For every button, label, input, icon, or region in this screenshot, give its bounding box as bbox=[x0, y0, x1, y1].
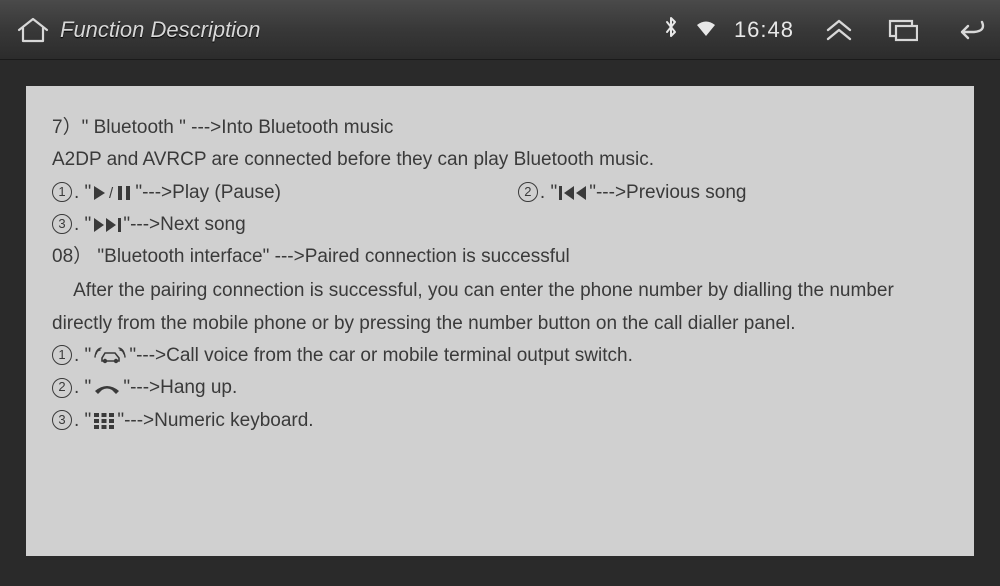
section-7-heading: 7）" Bluetooth " ---> Into Bluetooth musi… bbox=[52, 112, 948, 144]
home-icon[interactable] bbox=[14, 16, 52, 44]
row-hangup: 2 . " " --->Hang up. bbox=[52, 372, 948, 404]
hang-up-icon bbox=[93, 381, 121, 397]
svg-text:/: / bbox=[109, 185, 114, 202]
dialpad-icon bbox=[93, 412, 115, 430]
text: . " bbox=[540, 177, 557, 209]
text: --->Numeric keyboard. bbox=[124, 405, 314, 437]
section-8-paragraph: After the pairing connection is successf… bbox=[52, 275, 948, 340]
status-right: 16:48 bbox=[664, 16, 794, 44]
text: --->Hang up. bbox=[130, 372, 237, 404]
back-icon[interactable] bbox=[952, 18, 986, 42]
row-play-prev: 1 . " / " --->Play (Pause) 2 . " bbox=[52, 177, 948, 209]
text: 08） "Bluetooth interface" --->Paired con… bbox=[52, 241, 570, 273]
text: " bbox=[589, 177, 596, 209]
circled-number: 1 bbox=[52, 345, 72, 365]
text: A2DP and AVRCP are connected before they… bbox=[52, 144, 654, 176]
text: " bbox=[123, 372, 130, 404]
circled-number: 3 bbox=[52, 214, 72, 234]
clock-time: 16:48 bbox=[734, 17, 794, 43]
chevron-up-double-icon[interactable] bbox=[824, 18, 854, 42]
section-7-note: A2DP and AVRCP are connected before they… bbox=[52, 144, 948, 176]
description-panel: 7）" Bluetooth " ---> Into Bluetooth musi… bbox=[26, 86, 974, 556]
content-wrap: 7）" Bluetooth " ---> Into Bluetooth musi… bbox=[0, 60, 1000, 566]
circled-number: 2 bbox=[52, 378, 72, 398]
section-8-heading: 08） "Bluetooth interface" --->Paired con… bbox=[52, 241, 948, 273]
row-keypad: 3 . " " --->Numeric keyboard. bbox=[52, 405, 948, 437]
circled-number: 1 bbox=[52, 182, 72, 202]
circled-number: 2 bbox=[518, 182, 538, 202]
recent-apps-icon[interactable] bbox=[888, 18, 918, 42]
text: . " bbox=[74, 177, 91, 209]
wifi-icon bbox=[696, 17, 716, 43]
text: After the pairing connection is successf… bbox=[52, 280, 899, 333]
text: " bbox=[135, 177, 142, 209]
text: . " bbox=[74, 209, 91, 241]
text: . " bbox=[74, 340, 91, 372]
page-title: Function Description bbox=[60, 17, 261, 43]
play-pause-icon: / bbox=[93, 184, 133, 202]
status-bar: Function Description 16:48 bbox=[0, 0, 1000, 60]
text: . " bbox=[74, 372, 91, 404]
text: --->Previous song bbox=[596, 177, 746, 209]
text: " bbox=[117, 405, 124, 437]
previous-track-icon bbox=[559, 185, 587, 201]
circled-number: 3 bbox=[52, 410, 72, 430]
text: --->Call voice from the car or mobile te… bbox=[136, 340, 633, 372]
next-track-icon bbox=[93, 217, 121, 233]
text: --->Play (Pause) bbox=[142, 177, 281, 209]
car-audio-icon bbox=[93, 346, 127, 366]
text: " bbox=[123, 209, 130, 241]
row-call-voice: 1 . " " --->Call voice from the car or m… bbox=[52, 340, 948, 372]
text: " bbox=[129, 340, 136, 372]
text: --->Next song bbox=[130, 209, 246, 241]
bluetooth-icon bbox=[664, 16, 678, 44]
nav-icons bbox=[824, 18, 986, 42]
text: 7）" Bluetooth " ---> bbox=[52, 112, 221, 144]
text: Into Bluetooth music bbox=[221, 112, 393, 144]
row-next: 3 . " " --->Next song bbox=[52, 209, 948, 241]
text: . " bbox=[74, 405, 91, 437]
